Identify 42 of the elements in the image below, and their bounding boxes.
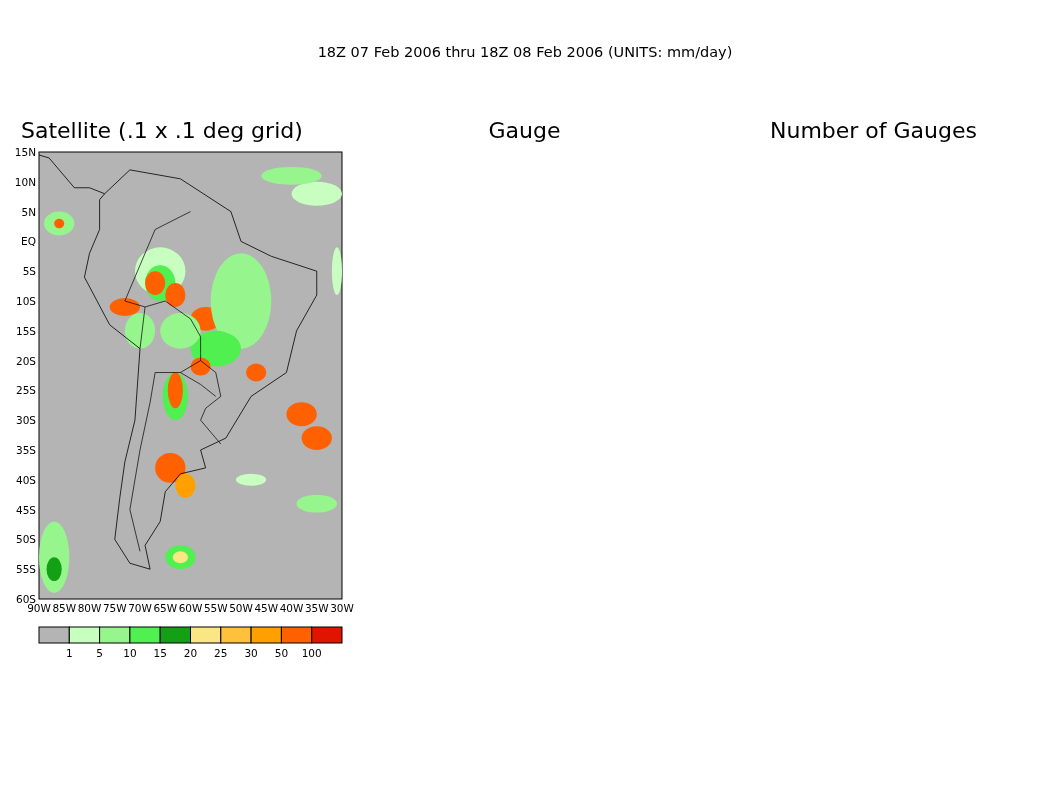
latitude-label: 55S xyxy=(15,563,36,576)
latitude-label: 20S xyxy=(15,354,36,367)
latitude-label: 5S xyxy=(22,265,36,278)
latitude-label: 45S xyxy=(15,503,36,516)
panel-title: Number of Gauges xyxy=(770,118,977,143)
legend-label: 100 xyxy=(301,647,322,659)
longitude-label: 35W xyxy=(304,602,329,614)
latitude-label: 30S xyxy=(15,414,36,427)
latitude-label: 60S xyxy=(15,593,36,605)
legend-label: 10 xyxy=(123,647,137,659)
legend-label: 25 xyxy=(214,647,228,659)
legend-label: 1 xyxy=(65,647,73,659)
latitude-label: 10S xyxy=(15,295,36,307)
legend-label: 50 xyxy=(274,647,289,659)
longitude-label: 65W xyxy=(153,602,178,614)
latitude-label: 25S xyxy=(15,384,36,397)
legend-label: 20 xyxy=(183,647,198,659)
longitude-label: 85W xyxy=(52,602,77,614)
latitude-label: 15N xyxy=(14,146,36,158)
legend-label: 30 xyxy=(244,647,258,659)
longitude-label: 30W xyxy=(330,602,354,614)
latitude-label: 35S xyxy=(15,444,36,456)
panel-title: Gauge xyxy=(488,118,561,143)
latitude-label: 10N xyxy=(14,175,36,188)
longitude-label: 50W xyxy=(229,602,253,614)
longitude-label: 75W xyxy=(102,602,127,614)
latitude-label: 50S xyxy=(15,533,36,546)
longitude-label: 40W xyxy=(279,602,304,614)
longitude-label: 55W xyxy=(203,602,228,614)
longitude-label: 45W xyxy=(254,602,279,614)
latitude-label: 40S xyxy=(15,473,36,486)
longitude-label: 80W xyxy=(77,602,102,614)
plot-title: 18Z 07 Feb 2006 thru 18Z 08 Feb 2006 (UNITS: mm/day) xyxy=(317,44,733,60)
longitude-label: 60W xyxy=(178,602,203,614)
latitude-label: 5N xyxy=(21,205,36,218)
panel-title: Satellite (.1 x .1 deg grid) xyxy=(21,118,303,143)
longitude-label: 90W xyxy=(27,602,51,614)
legend-label: 5 xyxy=(96,647,103,659)
latitude-label: 15S xyxy=(15,324,36,337)
legend-label: 15 xyxy=(153,647,167,659)
longitude-label: 70W xyxy=(128,602,152,614)
latitude-label: EQ xyxy=(21,235,36,248)
